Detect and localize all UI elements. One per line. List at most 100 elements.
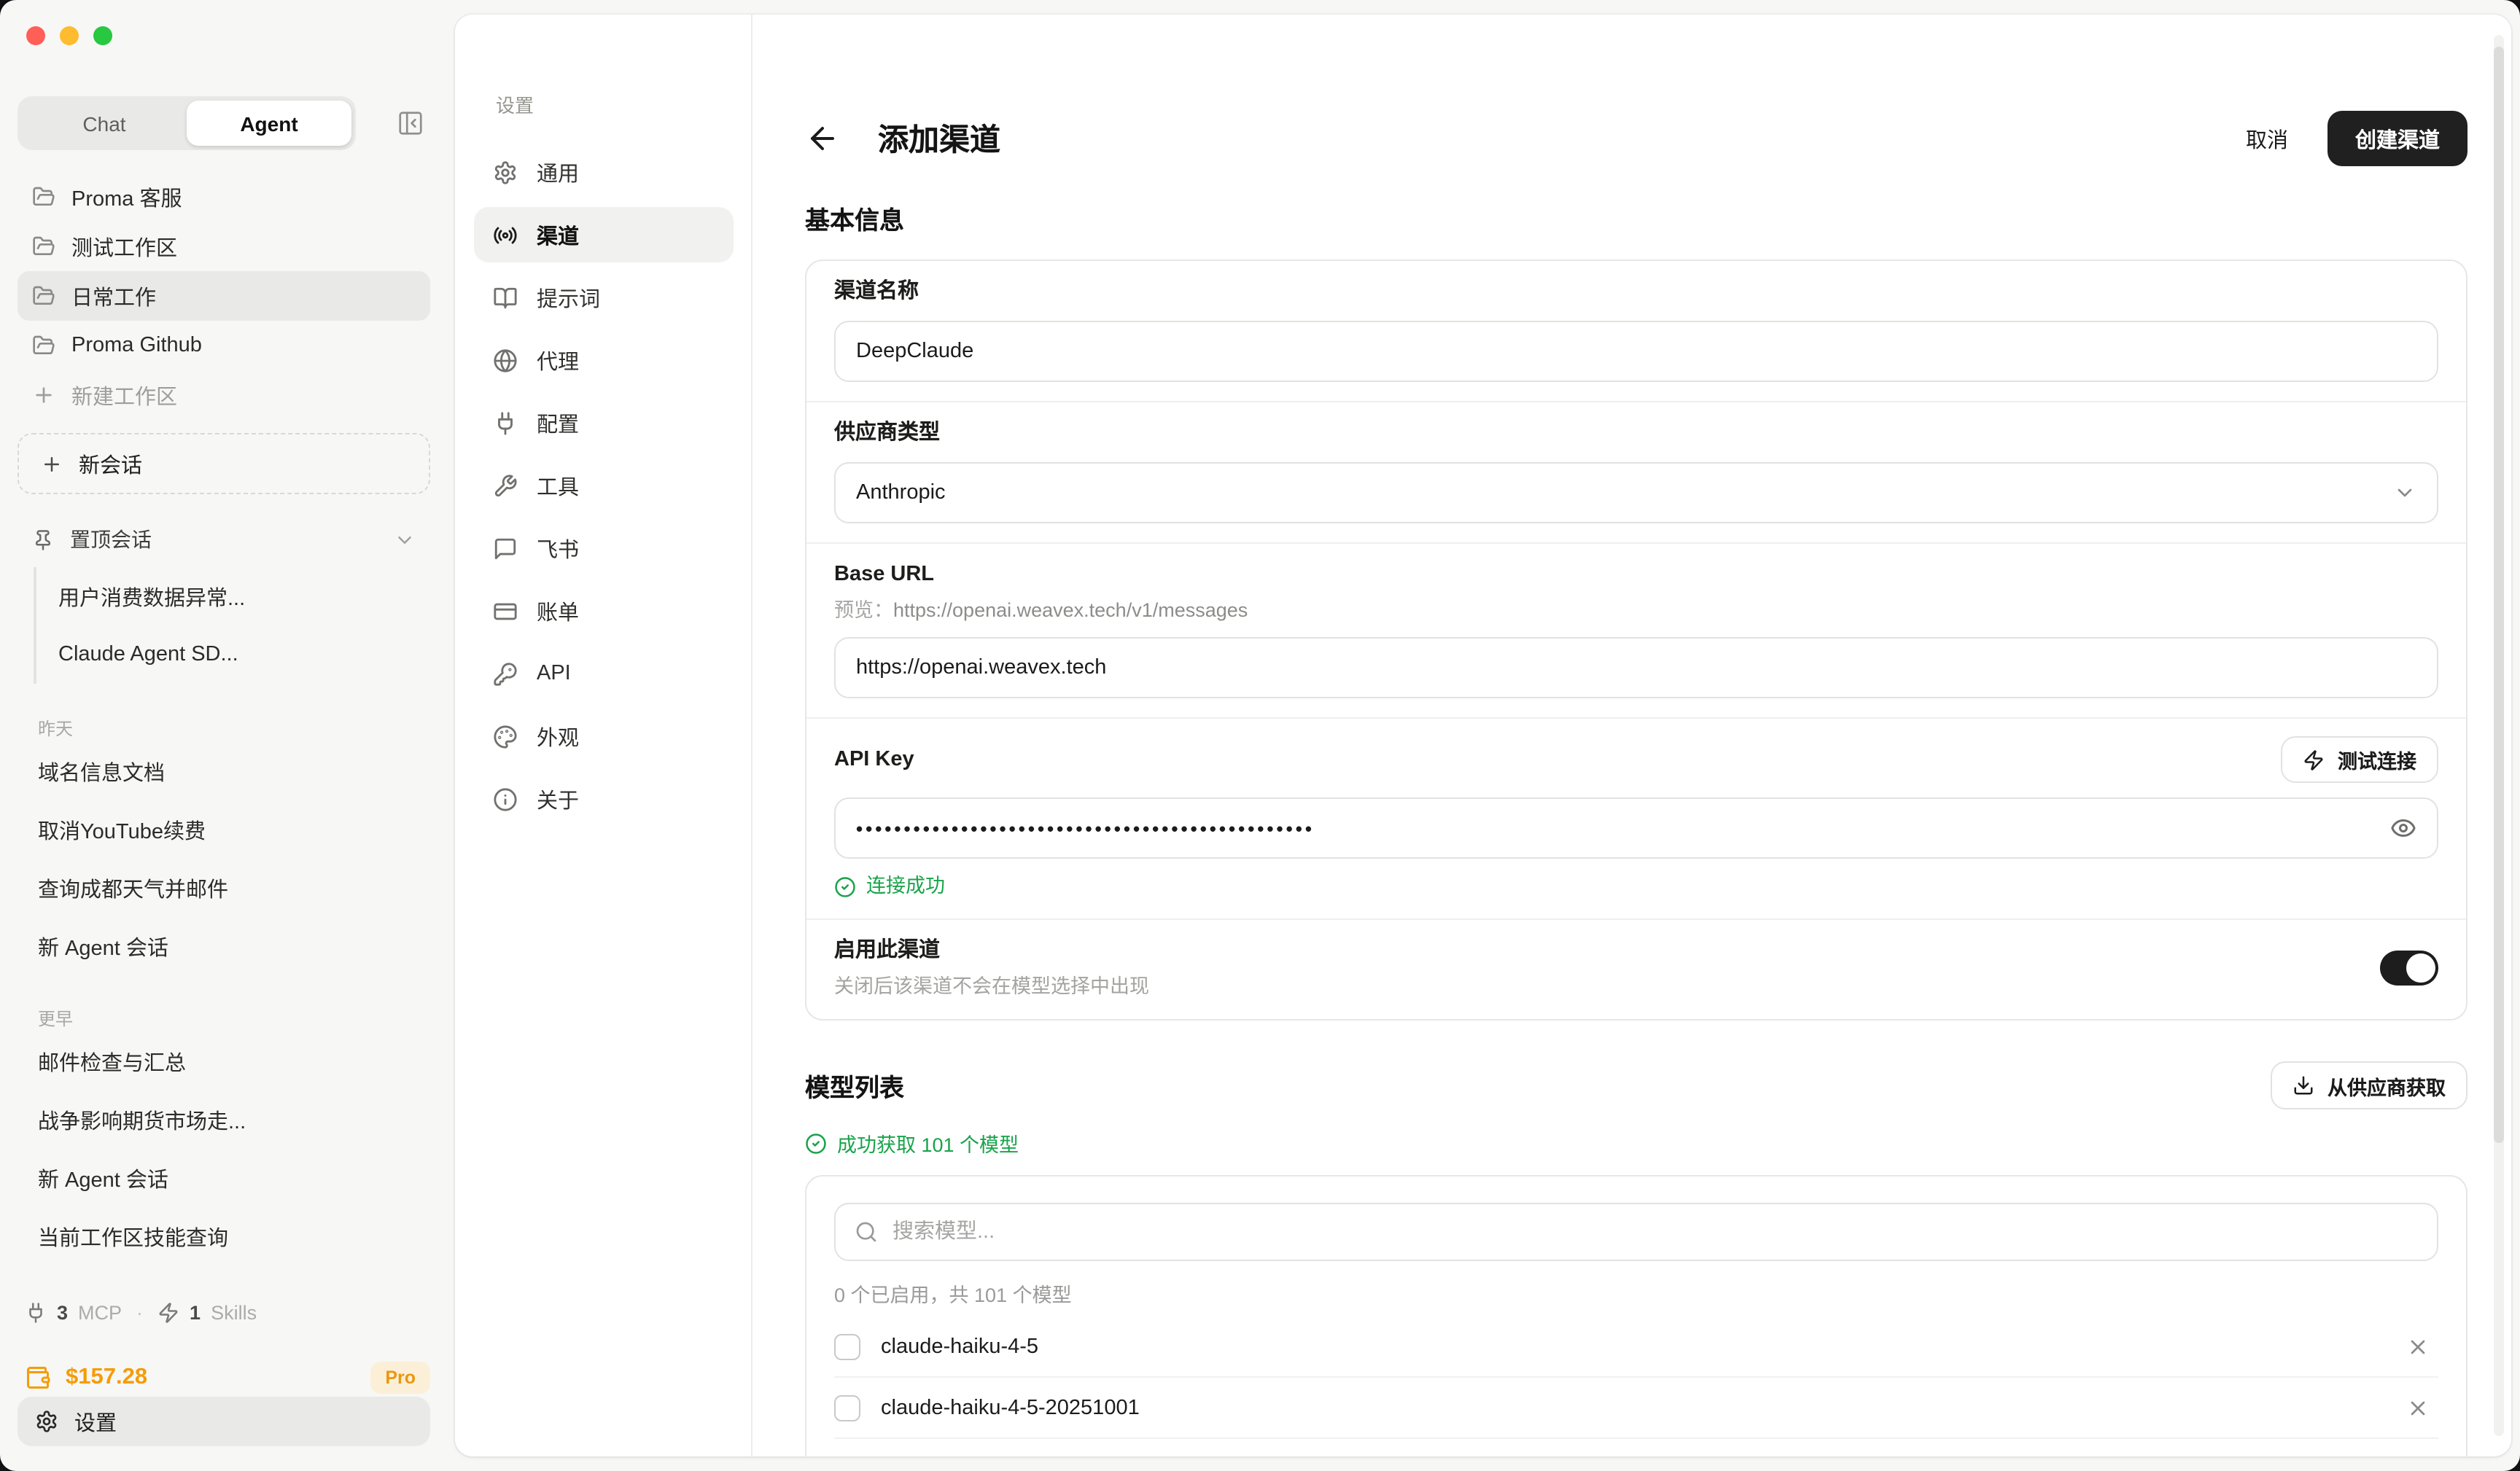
api-key-input[interactable]: ••••••••••••••••••••••••••••••••••••••••…	[834, 797, 2438, 859]
session-item[interactable]: 新 Agent 会话	[18, 918, 430, 974]
broadcast-icon	[493, 222, 518, 247]
plus-icon	[32, 383, 55, 407]
sidebar-collapse-button[interactable]	[391, 104, 430, 143]
new-session-button[interactable]: 新会话	[18, 433, 430, 494]
nav-item-label: 提示词	[537, 282, 600, 313]
gear-icon	[35, 1410, 58, 1433]
enable-channel-label: 启用此渠道	[834, 937, 1149, 965]
tab-agent[interactable]: Agent	[187, 101, 351, 146]
session-item[interactable]: 取消YouTube续费	[18, 802, 430, 857]
session-label: 新 Agent 会话	[38, 931, 168, 961]
session-item[interactable]: Claude Agent SD...	[58, 625, 430, 684]
plus-icon	[41, 453, 63, 475]
pinned-sessions-header[interactable]: 置顶会话	[18, 520, 430, 558]
palette-icon	[493, 724, 518, 749]
nav-item-config[interactable]: 配置	[474, 395, 734, 450]
nav-item-channels[interactable]: 渠道	[474, 207, 734, 262]
models-heading: 模型列表	[805, 1067, 904, 1104]
base-url-label: Base URL	[834, 561, 2438, 589]
remove-model-icon[interactable]	[2406, 1396, 2430, 1419]
toggle-knob	[2406, 953, 2435, 983]
workspace-label: Proma 客服	[71, 182, 182, 212]
back-button[interactable]	[805, 121, 840, 156]
workspace-item[interactable]: 测试工作区	[18, 222, 430, 271]
nav-item-about[interactable]: 关于	[474, 771, 734, 827]
fetch-models-button[interactable]: 从供应商获取	[2271, 1061, 2468, 1109]
scrollbar-thumb[interactable]	[2494, 47, 2504, 1143]
balance-row[interactable]: $157.28 Pro	[25, 1362, 430, 1394]
nav-item-general[interactable]: 通用	[474, 144, 734, 200]
separator-dot: ·	[136, 1302, 143, 1324]
workspace-item[interactable]: Proma 客服	[18, 172, 430, 222]
form-content: 基本信息 渠道名称 供应商类型 Anthropic	[805, 200, 2468, 1456]
nav-item-feishu[interactable]: 飞书	[474, 520, 734, 576]
workspace-item-selected[interactable]: 日常工作	[18, 271, 430, 321]
model-row: claude-opus-4-5-20251101	[834, 1439, 2438, 1456]
tab-chat[interactable]: Chat	[22, 101, 187, 146]
minimize-window-button[interactable]	[60, 26, 79, 45]
eye-icon[interactable]	[2390, 815, 2416, 841]
session-item[interactable]: 用户消费数据异常...	[58, 567, 430, 625]
provider-type-select[interactable]: Anthropic	[834, 462, 2438, 523]
api-key-label: API Key	[834, 746, 914, 773]
nav-item-label: 工具	[537, 470, 579, 501]
settings-button[interactable]: 设置	[18, 1397, 430, 1446]
traffic-lights	[26, 26, 112, 45]
remove-model-icon[interactable]	[2406, 1335, 2430, 1358]
test-connection-button[interactable]: 测试连接	[2281, 736, 2438, 783]
nav-item-billing[interactable]: 账单	[474, 583, 734, 639]
create-channel-button[interactable]: 创建渠道	[2328, 111, 2468, 166]
connection-status-text: 连接成功	[866, 873, 945, 900]
folder-icon	[32, 284, 55, 308]
info-icon	[493, 787, 518, 811]
session-item[interactable]: 战争影响期货市场走...	[18, 1092, 430, 1147]
nav-item-label: 代理	[537, 345, 579, 375]
new-workspace-label: 新建工作区	[71, 380, 177, 410]
new-workspace-button[interactable]: 新建工作区	[18, 370, 430, 420]
tab-agent-label: Agent	[240, 112, 298, 135]
credit-card-icon	[493, 598, 518, 623]
chevron-down-icon	[394, 528, 416, 550]
session-item[interactable]: 邮件检查与汇总	[18, 1034, 430, 1089]
sidebar-content: Proma 客服 测试工作区 日常工作 Proma Github 新建工作区 新…	[18, 172, 430, 1264]
provider-type-value: Anthropic	[856, 481, 946, 504]
enable-channel-description: 关闭后该渠道不会在模型选择中出现	[834, 974, 1149, 999]
model-search[interactable]	[834, 1203, 2438, 1261]
cancel-button[interactable]: 取消	[2246, 123, 2288, 154]
fetch-status-text: 成功获取 101 个模型	[837, 1128, 1019, 1158]
model-checkbox[interactable]	[834, 1394, 860, 1421]
nav-item-proxy[interactable]: 代理	[474, 332, 734, 388]
base-url-section: Base URL 预览：https://openai.weavex.tech/v…	[806, 544, 2466, 719]
mcp-count: 3	[57, 1302, 68, 1324]
chat-bubble-icon	[493, 536, 518, 561]
enable-channel-toggle[interactable]	[2380, 951, 2438, 986]
channel-name-input[interactable]	[834, 321, 2438, 382]
nav-item-prompts[interactable]: 提示词	[474, 270, 734, 325]
globe-icon	[493, 348, 518, 372]
tab-chat-label: Chat	[82, 112, 125, 135]
nav-item-tools[interactable]: 工具	[474, 458, 734, 513]
session-item[interactable]: 查询成都天气并邮件	[18, 860, 430, 916]
session-item[interactable]: 新 Agent 会话	[18, 1150, 430, 1206]
models-card: 0 个已启用，共 101 个模型 claude-haiku-4-5 claude…	[805, 1175, 2468, 1456]
session-label: 当前工作区技能查询	[38, 1221, 228, 1252]
model-search-input[interactable]	[892, 1220, 2418, 1244]
workspace-item[interactable]: Proma Github	[18, 321, 430, 370]
close-window-button[interactable]	[26, 26, 45, 45]
channel-name-label: 渠道名称	[834, 278, 2438, 306]
session-label: 新 Agent 会话	[38, 1163, 168, 1193]
nav-item-label: 账单	[537, 596, 579, 626]
folder-icon	[32, 235, 55, 258]
zoom-window-button[interactable]	[93, 26, 112, 45]
session-item[interactable]: 域名信息文档	[18, 744, 430, 799]
sidebar: Chat Agent Proma 客服 测试工作区 日常工作 Proma Git…	[0, 0, 451, 1471]
session-item[interactable]: 当前工作区技能查询	[18, 1209, 430, 1264]
nav-item-api[interactable]: API	[474, 646, 734, 701]
plan-badge: Pro	[370, 1362, 430, 1394]
model-name: claude-haiku-4-5	[881, 1335, 1038, 1358]
nav-item-appearance[interactable]: 外观	[474, 709, 734, 764]
nav-item-label: 飞书	[537, 533, 579, 563]
base-url-input[interactable]	[834, 637, 2438, 698]
model-checkbox[interactable]	[834, 1333, 860, 1359]
book-icon	[493, 285, 518, 310]
